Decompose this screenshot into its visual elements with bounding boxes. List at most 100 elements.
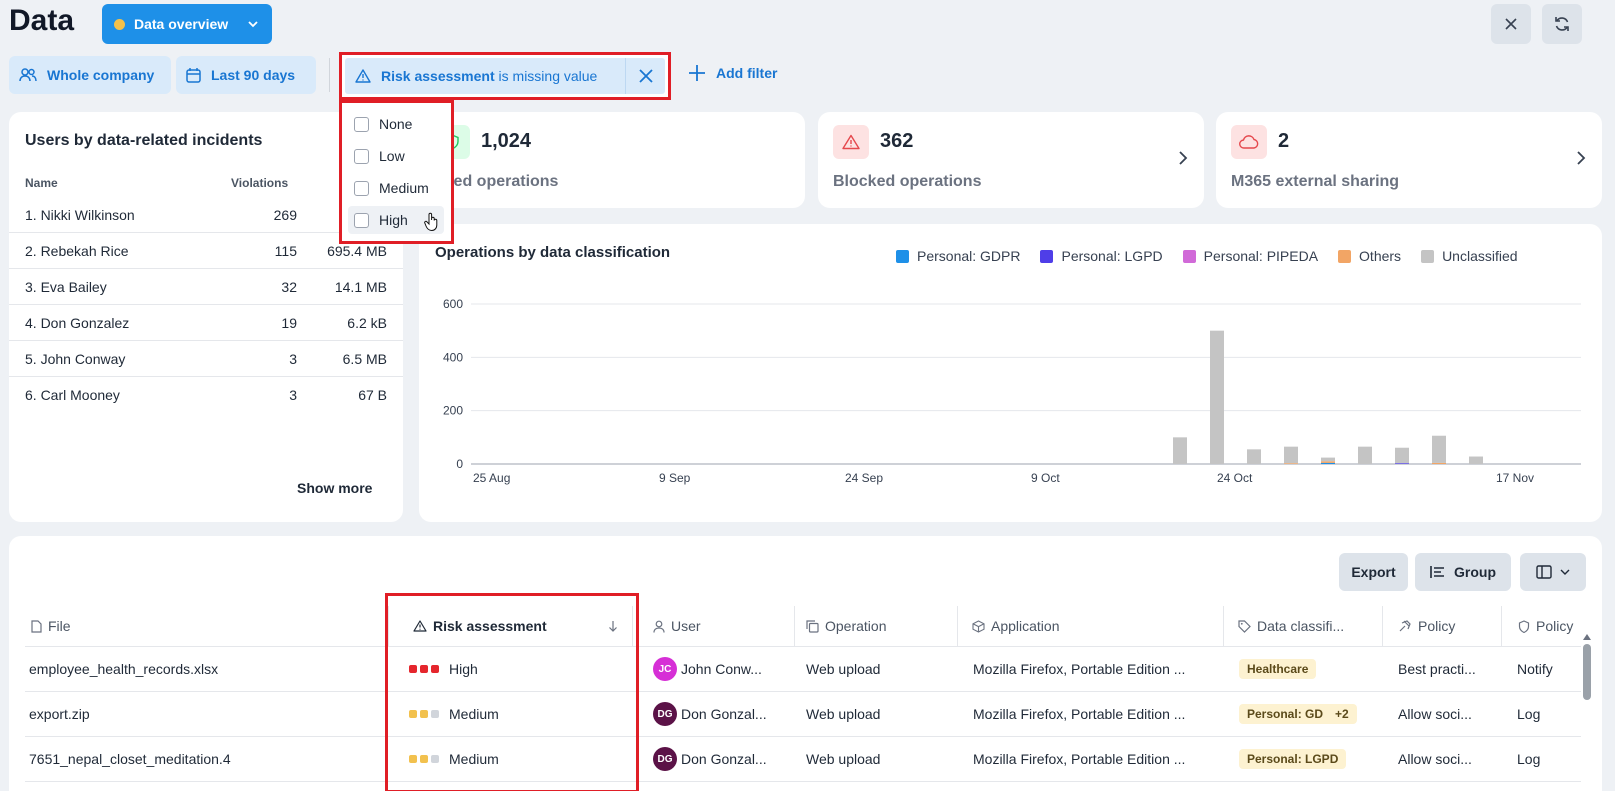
option-low[interactable]: Low [348,142,444,170]
checkbox[interactable] [354,212,369,228]
incident-row[interactable]: 4. Don Gonzalez 19 6.2 kB [9,304,403,341]
classification-more: +2 [1335,707,1349,721]
scroll-up-icon[interactable] [1582,633,1592,641]
blocked-operations-card[interactable]: 362 Blocked operations [818,112,1204,208]
column-header-label: Data classifi... [1257,618,1345,634]
option-label: None [379,116,413,132]
risk-filter-field: Risk assessment [381,68,495,84]
columns-button[interactable] [1520,553,1586,591]
incident-user-name: 1. Nikki Wilkinson [25,207,135,223]
period-filter-label: Last 90 days [211,67,296,83]
column-header-file[interactable]: File [31,606,389,646]
operation-cell: Web upload [806,706,881,722]
incident-row[interactable]: 6. Carl Mooney 3 67 B [9,376,403,413]
column-header-application[interactable]: Application [958,606,1224,646]
classification-tag: Personal: GD +2 [1239,704,1357,724]
user-cell[interactable]: DG Don Gonzal... [653,737,798,781]
classification-cell[interactable]: Personal: LGPD [1239,737,1389,781]
checkbox[interactable] [354,116,369,132]
checkbox[interactable] [354,180,369,196]
export-button[interactable]: Export [1339,553,1408,591]
x-tick-label: 24 Sep [845,471,883,485]
chart-bar [1247,449,1261,464]
table-row[interactable]: 7651_nepal_closet_meditation.4 Medium DG Do… [25,737,1581,782]
columns-icon [1536,565,1552,579]
classification-chart-card: Operations by data classification Person… [419,224,1602,522]
incidents-title: Users by data-related incidents [25,132,263,149]
risk-filter-label-group[interactable]: Risk assessment is missing value [345,68,625,84]
y-tick-label: 200 [443,404,463,418]
incident-violations: 115 [274,243,297,259]
option-none[interactable]: None [348,110,444,138]
file-cell[interactable]: 7651_nepal_closet_meditation.4 [29,737,379,781]
checkbox[interactable] [354,148,369,164]
m365-sharing-card[interactable]: 2 M365 external sharing [1216,112,1602,208]
table-row[interactable]: export.zip Medium DG Don Gonzal... Web uploa… [25,692,1581,737]
company-filter-chip[interactable]: Whole company [9,56,171,94]
column-header-data-classification[interactable]: Data classifi... [1224,606,1383,646]
operation-cell: Web upload [806,661,881,677]
option-high[interactable]: High [348,206,444,234]
incident-size: 67 B [358,387,387,403]
group-button[interactable]: Group [1415,553,1511,591]
incident-violations: 269 [273,207,297,223]
incident-violations: 3 [289,351,297,367]
policy-cell[interactable]: Allow soci... [1398,737,1503,781]
x-tick-label: 9 Oct [1031,471,1060,485]
audited-operations-card[interactable]: 1,024 dited operations [419,112,805,208]
company-filter-label: Whole company [47,67,155,83]
column-header-policy[interactable]: Policy [1383,606,1502,646]
period-filter-chip[interactable]: Last 90 days [176,56,316,94]
chart-bar [1432,462,1446,464]
file-cell[interactable]: employee_health_records.xlsx [29,647,379,691]
policy-action-cell: Log [1517,706,1541,722]
risk-assessment-filter-chip[interactable]: Risk assessment is missing value [339,52,671,100]
classification-chart: 0 200 400 600 25 Aug 9 Sep 24 Sep 9 Oct 24 Oct 17… [443,297,1581,485]
user-icon [653,620,665,633]
chart-bar [1395,463,1409,464]
chart-bar [1432,435,1446,463]
refresh-button[interactable] [1542,4,1582,44]
remove-filter-button[interactable] [625,58,665,94]
policy-cell[interactable]: Best practi... [1398,647,1503,691]
close-button[interactable] [1491,4,1531,44]
incident-size: 6.2 kB [347,315,387,331]
file-cell[interactable]: export.zip [29,692,379,736]
scrollbar-thumb[interactable] [1583,644,1591,700]
policy-cell[interactable]: Allow soci... [1398,692,1503,736]
user-name: John Conw... [681,661,762,677]
incident-size: 14.1 MB [334,279,387,295]
user-cell[interactable]: DG Don Gonzal... [653,692,798,736]
y-tick-label: 0 [456,457,463,471]
incident-row[interactable]: 5. John Conway 3 6.5 MB [9,340,403,377]
chart-bar [1210,330,1224,464]
hand-cursor-icon [424,212,440,232]
chart-bar [1284,446,1298,464]
classification-cell[interactable]: Personal: GD +2 [1239,692,1389,736]
incident-user-name: 3. Eva Bailey [25,279,107,295]
data-overview-dropdown[interactable]: Data overview [102,4,272,44]
policy-action-cell: Log [1517,751,1541,767]
user-cell[interactable]: JC John Conw... [653,647,798,691]
add-filter-button[interactable]: Add filter [688,64,777,82]
incident-row[interactable]: 3. Eva Bailey 32 14.1 MB [9,268,403,305]
blocked-operations-label: Blocked operations [833,173,982,190]
classification-tag: Personal: LGPD [1239,749,1347,769]
policy-action-cell: Notify [1517,661,1553,677]
table-row[interactable]: employee_health_records.xlsx High JC John C… [25,647,1581,692]
close-icon [1504,17,1518,31]
column-header-operation[interactable]: Operation [795,606,958,646]
show-more-button[interactable]: Show more [297,480,372,496]
calendar-icon [186,67,201,83]
incident-violations: 3 [289,387,297,403]
chevron-down-icon [1560,568,1570,576]
avatar: DG [653,747,677,771]
column-header-user[interactable]: User [645,606,795,646]
option-medium[interactable]: Medium [348,174,444,202]
column-header-policy-action[interactable]: Policy [1502,606,1594,646]
file-icon [31,619,42,633]
risk-column-highlight [385,593,639,791]
warning-icon [355,69,371,83]
classification-cell[interactable]: Healthcare [1239,647,1389,691]
operations-table-card: Export Group File Risk assessment User O… [9,536,1602,791]
